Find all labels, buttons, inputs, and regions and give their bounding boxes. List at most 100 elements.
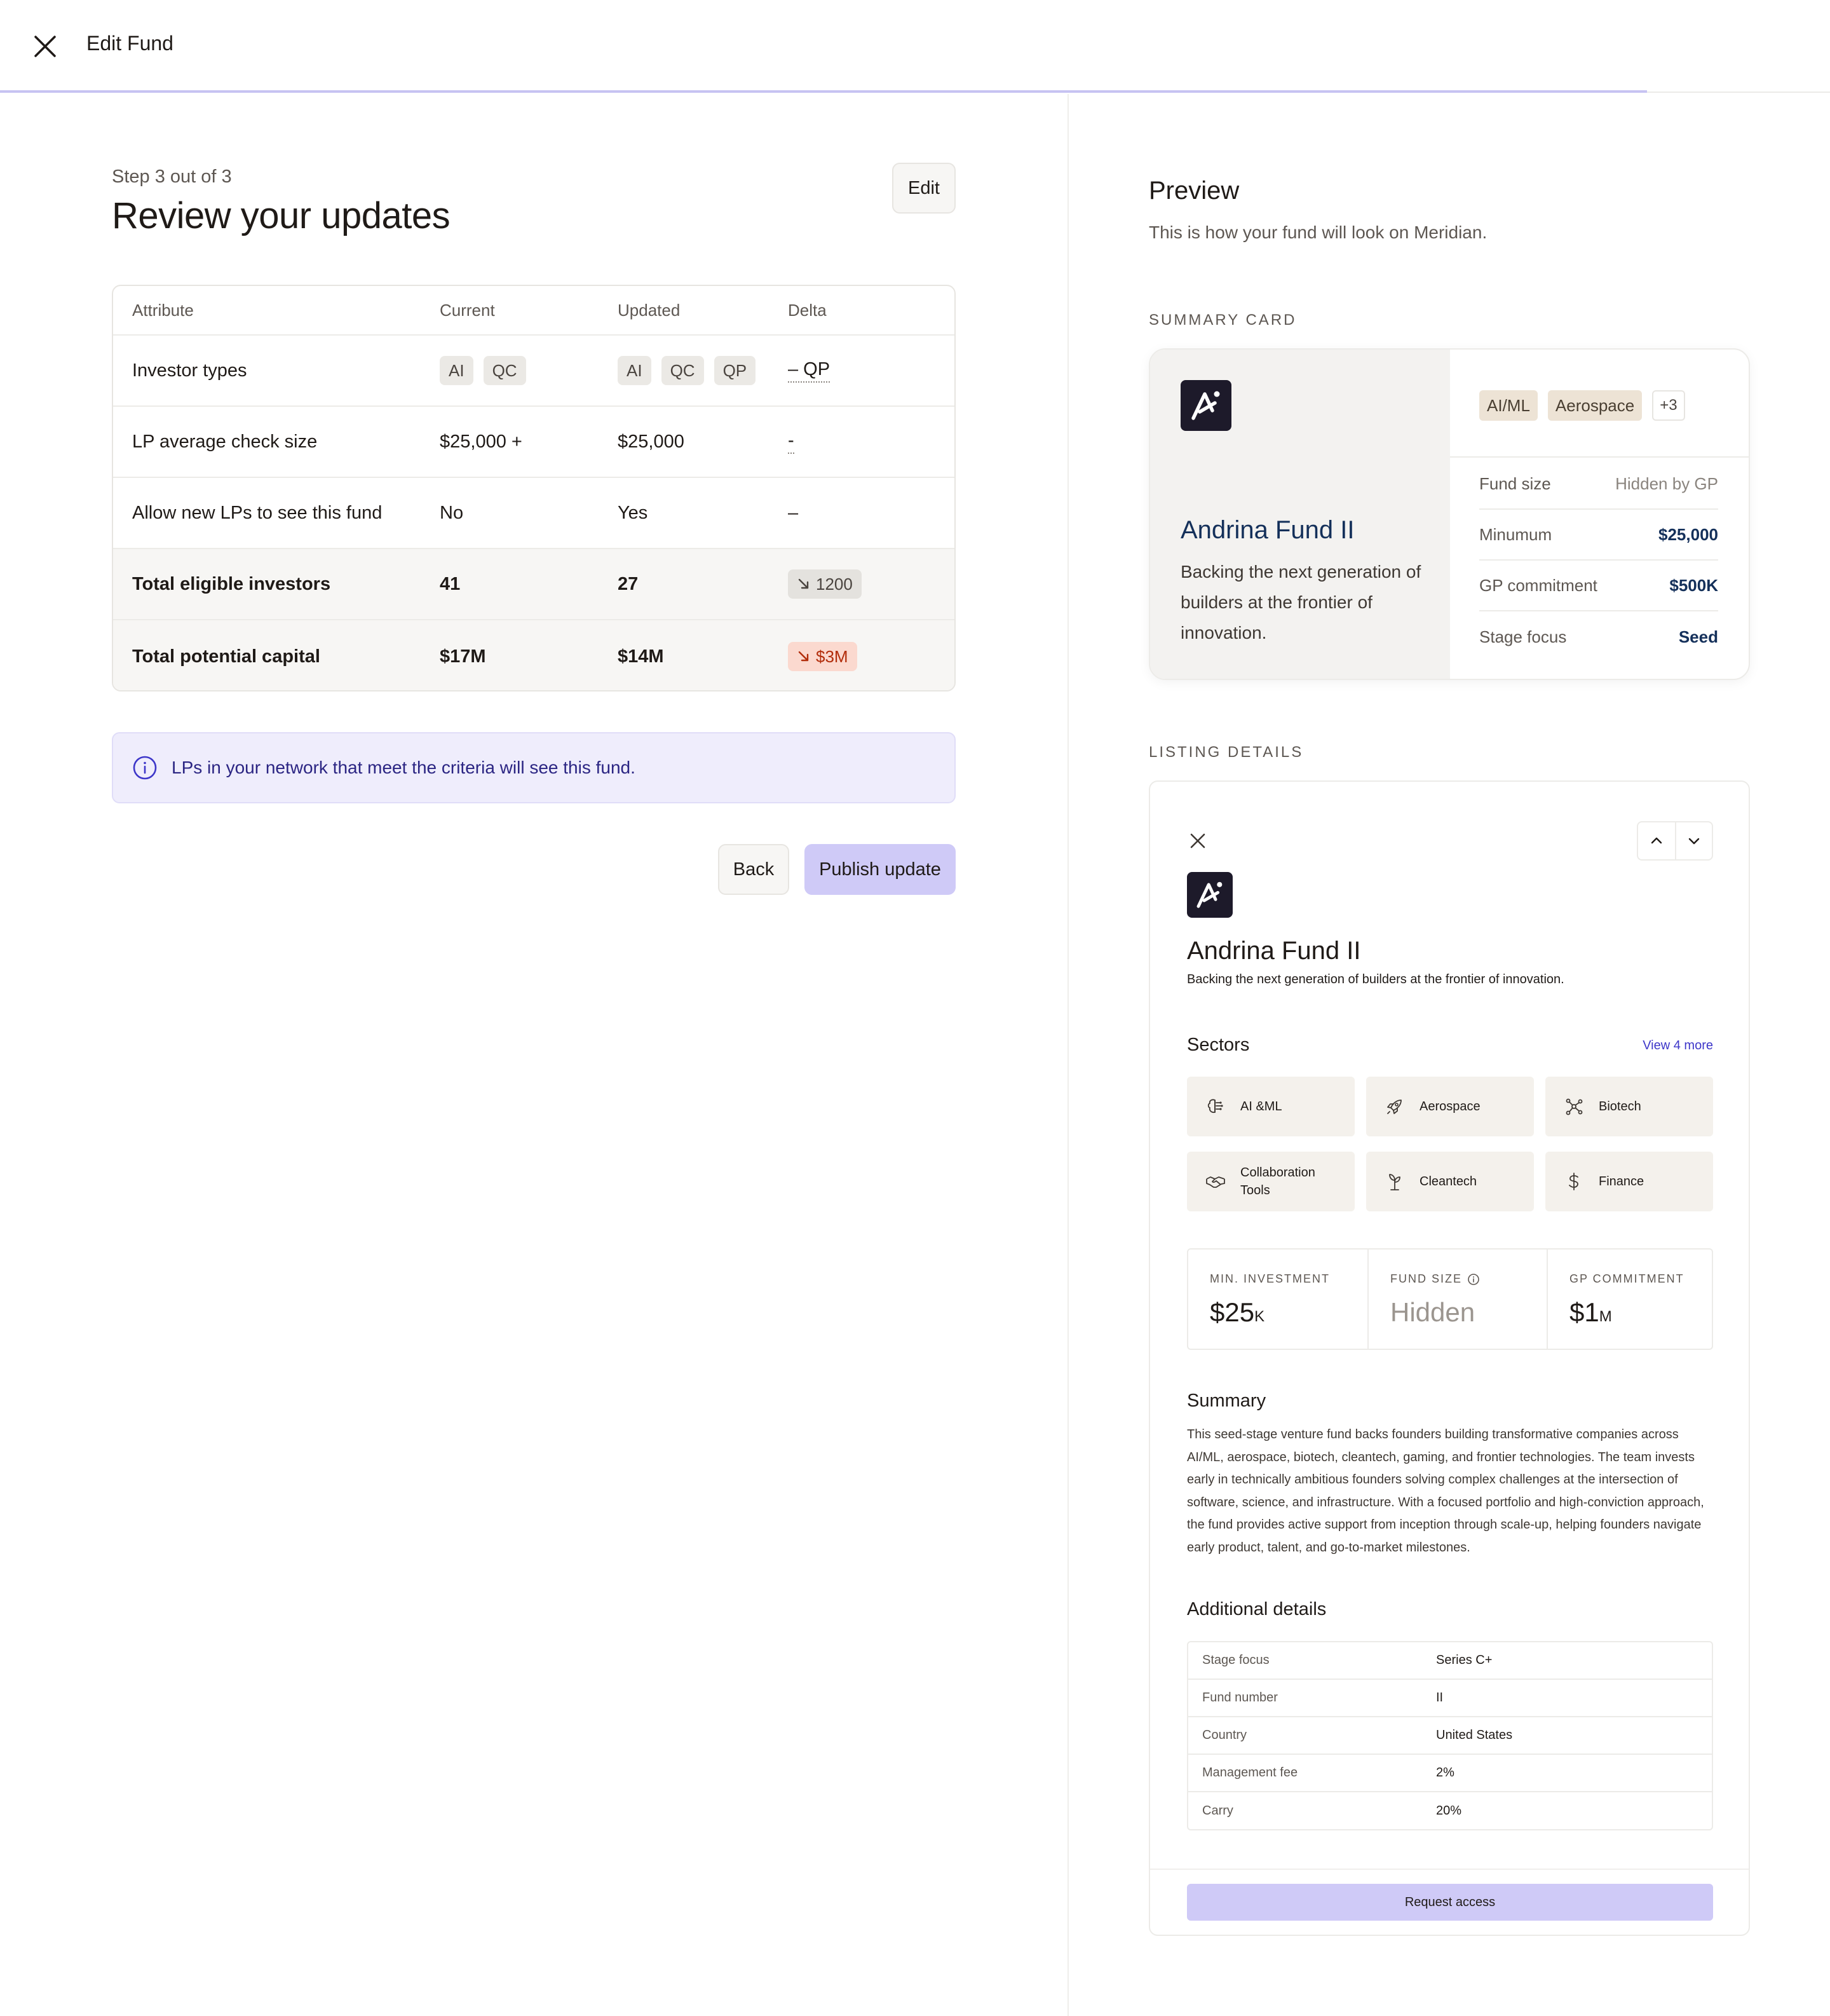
stat-number: $1 xyxy=(1569,1297,1599,1327)
detail-label: Stage focus xyxy=(1202,1653,1270,1667)
delta-badge: 1200 xyxy=(788,569,862,599)
sector-cleantech[interactable]: Cleantech xyxy=(1366,1152,1534,1211)
listing-details-panel: Andrina Fund II Backing the next generat… xyxy=(1149,780,1750,1936)
current-cell: AI QC xyxy=(440,336,536,405)
fund-logo xyxy=(1181,380,1231,431)
sector-ai-ml[interactable]: AI &ML xyxy=(1187,1077,1355,1136)
delta-badge: $3M xyxy=(788,642,857,671)
stat-caption: MIN. INVESTMENT xyxy=(1210,1272,1331,1285)
step-indicator: Step 3 out of 3 xyxy=(112,167,232,187)
delta-badge-value: $3M xyxy=(816,646,848,666)
delta-cell: – QP xyxy=(788,336,830,405)
edit-button[interactable]: Edit xyxy=(892,163,956,214)
attribute-cell: Total eligible investors xyxy=(132,573,331,594)
rocket-icon xyxy=(1387,1100,1402,1114)
investor-type-chip: AI xyxy=(618,356,651,385)
detail-label: Carry xyxy=(1202,1804,1233,1818)
sector-finance[interactable]: Finance xyxy=(1545,1152,1713,1211)
arrow-down-right-icon xyxy=(798,651,809,662)
sector-aerospace[interactable]: Aerospace xyxy=(1366,1077,1534,1136)
attribute-cell: LP average check size xyxy=(132,431,318,452)
info-icon[interactable] xyxy=(1467,1273,1480,1286)
updated-cell: 27 xyxy=(618,573,639,594)
chevron-down-icon xyxy=(1688,838,1700,845)
updated-cell: $25,000 xyxy=(618,431,684,452)
delta-badge-value: 1200 xyxy=(816,574,853,594)
preview-subtitle: This is how your fund will look on Merid… xyxy=(1149,222,1488,242)
summary-fund-name: Andrina Fund II xyxy=(1181,516,1355,544)
brain-icon xyxy=(1207,1099,1223,1114)
stat-value: $25K xyxy=(1210,1297,1369,1328)
summary-fund-description: Backing the next generation of builders … xyxy=(1181,562,1421,643)
fund-logo xyxy=(1187,872,1233,918)
summary-row-stage-focus: Stage focus Seed xyxy=(1479,611,1718,662)
publish-update-button[interactable]: Publish update xyxy=(804,844,956,895)
row-value: Seed xyxy=(1678,627,1718,646)
table-row-total-investors: Total eligible investors 41 27 1200 xyxy=(113,548,954,619)
sprout-icon xyxy=(1389,1174,1400,1190)
summary-row-fund-size: Fund size Hidden by GP xyxy=(1479,459,1718,510)
investor-type-chip: QC xyxy=(483,356,526,385)
close-icon[interactable] xyxy=(1188,831,1207,850)
sector-collaboration-tools[interactable]: Collaboration Tools xyxy=(1187,1152,1355,1211)
back-button[interactable]: Back xyxy=(718,844,789,895)
divider xyxy=(1150,1869,1749,1870)
chevron-up-icon xyxy=(1651,837,1662,844)
delta-value[interactable]: – QP xyxy=(788,359,830,383)
previous-button[interactable] xyxy=(1638,822,1675,859)
fund-stats: MIN. INVESTMENT $25K FUND SIZE Hidden GP… xyxy=(1187,1248,1713,1350)
table-header-row: Attribute Current Updated Delta xyxy=(113,286,954,334)
next-button[interactable] xyxy=(1675,822,1712,859)
row-label: Minumum xyxy=(1479,524,1552,544)
stat-caption: FUND SIZE xyxy=(1390,1272,1548,1286)
sector-label: AI &ML xyxy=(1240,1100,1282,1114)
summary-card[interactable]: Andrina Fund II Backing the next generat… xyxy=(1149,348,1750,680)
investor-type-chip: QC xyxy=(661,356,704,385)
listing-details-caption: LISTING DETAILS xyxy=(1149,744,1304,761)
stat-value: $1M xyxy=(1569,1297,1727,1328)
stat-min-investment: MIN. INVESTMENT $25K xyxy=(1188,1250,1369,1349)
request-access-button[interactable]: Request access xyxy=(1187,1884,1713,1921)
delta-value[interactable]: - xyxy=(788,430,794,454)
summary-card-left-panel: Andrina Fund II Backing the next generat… xyxy=(1150,350,1450,679)
summary-text: This seed-stage venture fund backs found… xyxy=(1187,1427,1704,1555)
summary-row-minimum: Minumum $25,000 xyxy=(1479,510,1718,561)
detail-value: United States xyxy=(1436,1728,1513,1742)
updated-cell: Yes xyxy=(618,502,648,523)
delta-cell: - xyxy=(788,407,794,477)
close-icon[interactable] xyxy=(32,33,58,60)
detail-value: 2% xyxy=(1436,1766,1454,1780)
delta-cell: 1200 xyxy=(788,549,862,619)
current-cell: $25,000 + xyxy=(440,431,522,452)
fund-logo-icon xyxy=(1196,882,1223,908)
sector-tag: Aerospace xyxy=(1547,390,1643,421)
summary-row-gp-commitment: GP commitment $500K xyxy=(1479,561,1718,611)
row-label: Stage focus xyxy=(1479,627,1567,646)
molecule-icon xyxy=(1566,1098,1583,1115)
sector-biotech[interactable]: Biotech xyxy=(1545,1077,1713,1136)
top-bar: Edit Fund xyxy=(0,0,1830,93)
delta-cell: – xyxy=(788,502,799,523)
review-table: Attribute Current Updated Delta Investor… xyxy=(112,285,956,691)
row-value: $25,000 xyxy=(1658,524,1718,544)
current-cell: $17M xyxy=(440,646,486,667)
table-row: Stage focus Series C+ xyxy=(1188,1642,1712,1680)
delta-cell: $3M xyxy=(788,620,857,690)
info-icon xyxy=(133,756,157,780)
table-row-total-capital: Total potential capital $17M $14M $3M xyxy=(113,619,954,690)
sector-label: Biotech xyxy=(1599,1100,1641,1114)
summary-card-caption: SUMMARY CARD xyxy=(1149,311,1297,329)
attribute-cell: Investor types xyxy=(132,360,247,381)
stat-unit: K xyxy=(1254,1308,1265,1325)
updated-cell: AI QC QP xyxy=(618,336,766,405)
view-more-sectors-link[interactable]: View 4 more xyxy=(1637,1039,1713,1053)
dollar-icon xyxy=(1569,1173,1578,1190)
listing-fund-name: Andrina Fund II xyxy=(1187,937,1361,965)
sectors-heading: Sectors xyxy=(1187,1035,1250,1055)
investor-type-chip: QP xyxy=(714,356,756,385)
detail-value: II xyxy=(1436,1691,1444,1705)
stat-unit: M xyxy=(1599,1308,1612,1325)
summary-heading: Summary xyxy=(1187,1391,1266,1411)
arrow-down-right-icon xyxy=(798,578,809,589)
column-divider xyxy=(1068,94,1069,2016)
